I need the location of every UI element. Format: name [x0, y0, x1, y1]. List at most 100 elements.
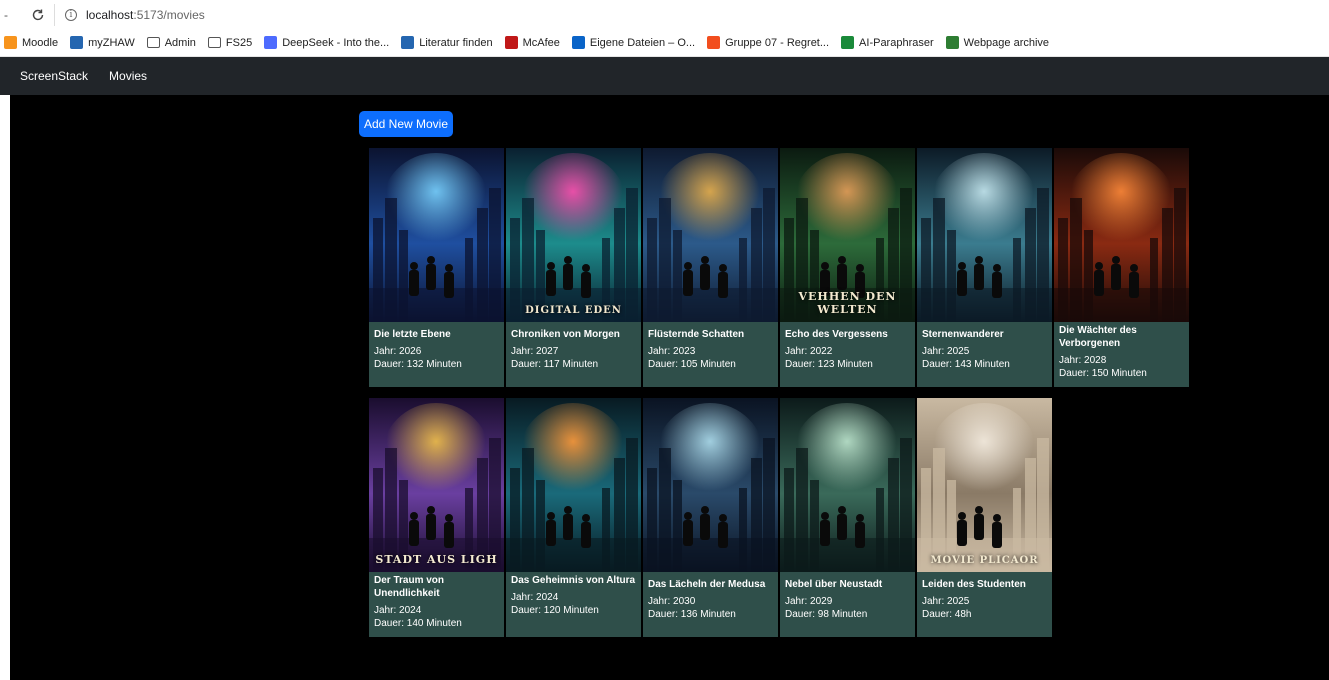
movie-title: Das Geheimnis von Altura	[511, 575, 636, 586]
bookmark-item[interactable]: McAfee	[504, 36, 560, 49]
movie-card[interactable]: MOVIE PLICAOR Leiden des Studenten Jahr: 2…	[917, 398, 1052, 637]
movie-title: Flüsternde Schatten	[648, 329, 745, 340]
movie-poster[interactable]: MOVIE PLICAOR	[917, 398, 1052, 572]
movie-info: Der Traum von Unendlichkeit Jahr: 2024 Dau…	[369, 572, 504, 630]
poster-title-text: DIGITAL EDEN	[525, 305, 622, 316]
movie-info: Das Geheimnis von Altura Jahr: 2024 Dauer:…	[506, 572, 641, 617]
movie-title: Die letzte Ebene	[374, 329, 451, 340]
info-icon[interactable]: i	[65, 8, 77, 21]
url-field[interactable]: i localhost:5173/movies	[54, 3, 215, 26]
bookmark-label: DeepSeek - Into the...	[282, 36, 390, 49]
movie-poster[interactable]: VEHHEN DEN WELTEN	[780, 148, 915, 322]
movie-poster[interactable]	[369, 148, 504, 322]
bookmark-item[interactable]: DeepSeek - Into the...	[264, 36, 389, 49]
add-new-movie-button[interactable]: Add New Movie	[359, 111, 453, 137]
poster-title-text: VEHHEN DEN WELTEN	[798, 290, 897, 316]
movie-card[interactable]: Die letzte Ebene Jahr: 2026 Dauer: 132 Min…	[369, 148, 504, 387]
movie-title: Leiden des Studenten	[922, 579, 1026, 590]
literatur-icon	[401, 36, 415, 49]
bookmark-item[interactable]: Eigene Dateien – O...	[571, 36, 696, 49]
movie-title: Sternenwanderer	[922, 329, 1004, 340]
bookmark-item[interactable]: Admin	[146, 36, 196, 49]
myzhaw-icon	[70, 36, 84, 49]
movie-duration: Dauer: 150 Minuten	[1059, 368, 1147, 379]
movie-poster[interactable]	[643, 148, 778, 322]
movie-info: Sternenwanderer Jahr: 2025 Dauer: 143 Minu…	[917, 322, 1052, 371]
app-navbar: ScreenStack Movies	[0, 57, 1329, 95]
movie-card[interactable]: Sternenwanderer Jahr: 2025 Dauer: 143 Minu…	[917, 148, 1052, 387]
movie-title: Chroniken von Morgen	[511, 329, 620, 340]
movie-year: Jahr: 2027	[511, 346, 559, 357]
bookmark-item[interactable]: Moodle	[4, 36, 58, 49]
movie-info: Echo des Vergessens Jahr: 2022 Dauer: 123 …	[780, 322, 915, 371]
bookmark-item[interactable]: myZHAW	[70, 36, 135, 49]
movie-duration: Dauer: 136 Minuten	[648, 609, 736, 620]
movie-poster[interactable]: DIGITAL EDEN	[506, 148, 641, 322]
movie-info: Das Lächeln der Medusa Jahr: 2030 Dauer: 1…	[643, 572, 778, 621]
movie-duration: Dauer: 132 Minuten	[374, 359, 462, 370]
movie-info: Die Wächter des Verborgenen Jahr: 2028 Dau…	[1054, 322, 1189, 380]
movie-poster[interactable]: STADT AUS LIGH	[369, 398, 504, 572]
bookmark-label: AI-Paraphraser	[859, 36, 934, 49]
movie-duration: Dauer: 140 Minuten	[374, 618, 462, 629]
bookmark-label: Literatur finden	[419, 36, 493, 49]
movie-year: Jahr: 2025	[922, 596, 970, 607]
movie-card[interactable]: Nebel über Neustadt Jahr: 2029 Dauer: 98 M…	[780, 398, 915, 637]
folder-icon	[207, 37, 221, 48]
bookmark-label: Webpage archive	[963, 36, 1050, 49]
movie-title: Nebel über Neustadt	[785, 579, 883, 590]
movie-duration: Dauer: 48h	[922, 609, 972, 620]
movie-duration: Dauer: 120 Minuten	[511, 605, 599, 616]
bookmark-label: FS25	[225, 36, 253, 49]
movie-title: Die Wächter des Verborgenen	[1059, 325, 1137, 349]
movie-poster[interactable]	[506, 398, 641, 572]
brand-link[interactable]: ScreenStack	[20, 69, 88, 83]
movie-poster[interactable]	[780, 398, 915, 572]
movie-year: Jahr: 2023	[648, 346, 696, 357]
bookmark-item[interactable]: FS25	[207, 36, 253, 49]
bookmark-item[interactable]: Literatur finden	[401, 36, 493, 49]
movie-card[interactable]: Die Wächter des Verborgenen Jahr: 2028 Dau…	[1054, 148, 1189, 387]
figma-icon	[707, 36, 721, 49]
movie-card[interactable]: Flüsternde Schatten Jahr: 2023 Dauer: 105 …	[643, 148, 778, 387]
movie-poster[interactable]	[643, 398, 778, 572]
movie-year: Jahr: 2030	[648, 596, 696, 607]
movie-year: Jahr: 2026	[374, 346, 422, 357]
window-left-edge	[0, 95, 10, 680]
bookmark-item[interactable]: Gruppe 07 - Regret...	[707, 36, 829, 49]
movie-title: Echo des Vergessens	[785, 329, 888, 340]
bookmark-label: Admin	[164, 36, 196, 49]
movie-card[interactable]: VEHHEN DEN WELTEN Echo des Vergessens Jahr…	[780, 148, 915, 387]
paraphraser-icon	[841, 36, 855, 49]
movie-info: Die letzte Ebene Jahr: 2026 Dauer: 132 Min…	[369, 322, 504, 371]
movie-title: Der Traum von Unendlichkeit	[374, 575, 445, 599]
url-path: :5173/movies	[133, 7, 205, 22]
movie-info: Leiden des Studenten Jahr: 2025 Dauer: 48h	[917, 572, 1052, 621]
nav-link-movies[interactable]: Movies	[109, 69, 147, 83]
mcafee-icon	[504, 36, 518, 49]
movie-poster[interactable]	[1054, 148, 1189, 322]
poster-title-text: MOVIE PLICAOR	[930, 555, 1039, 566]
movie-card[interactable]: Das Lächeln der Medusa Jahr: 2030 Dauer: 1…	[643, 398, 778, 637]
archive-icon	[945, 36, 959, 49]
movie-year: Jahr: 2022	[785, 346, 833, 357]
movie-year: Jahr: 2029	[785, 596, 833, 607]
movie-year: Jahr: 2025	[922, 346, 970, 357]
movie-info: Nebel über Neustadt Jahr: 2029 Dauer: 98 M…	[780, 572, 915, 621]
bookmark-label: Eigene Dateien – O...	[589, 36, 696, 49]
browser-address-bar: - i localhost:5173/movies	[0, 0, 1329, 29]
back-button-fragment[interactable]: -	[4, 8, 8, 22]
reload-icon[interactable]	[30, 7, 46, 23]
bookmark-item[interactable]: AI-Paraphraser	[841, 36, 934, 49]
movie-info: Chroniken von Morgen Jahr: 2027 Dauer: 117…	[506, 322, 641, 371]
movie-poster[interactable]	[917, 148, 1052, 322]
movie-card[interactable]: DIGITAL EDEN Chroniken von Morgen Jahr: 20…	[506, 148, 641, 387]
movie-card[interactable]: Das Geheimnis von Altura Jahr: 2024 Dauer:…	[506, 398, 641, 637]
bookmark-label: Moodle	[22, 36, 59, 49]
bookmarks-bar: Moodle myZHAW Admin FS25 DeepSeek - Into the…	[0, 29, 1329, 57]
deepseek-icon	[264, 36, 278, 49]
movie-card[interactable]: STADT AUS LIGH Der Traum von Unendlichkei…	[369, 398, 504, 637]
bookmark-item[interactable]: Webpage archive	[945, 36, 1050, 49]
movie-title: Das Lächeln der Medusa	[648, 579, 766, 590]
bookmark-label: McAfee	[522, 36, 560, 49]
